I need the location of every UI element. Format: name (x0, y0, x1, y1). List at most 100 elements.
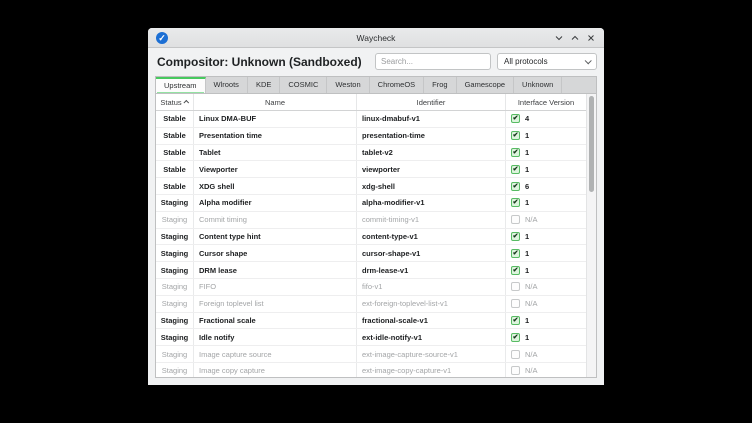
search-input[interactable] (375, 53, 491, 70)
supported-checkbox-icon[interactable]: ✔ (511, 114, 520, 123)
table-row[interactable]: Stable Presentation time presentation-ti… (156, 128, 586, 145)
status-cell: Staging (156, 329, 194, 345)
table-row[interactable]: Staging Alpha modifier alpha-modifier-v1… (156, 195, 586, 212)
interface-version-cell: ✔ 1 (506, 245, 586, 261)
supported-checkbox-icon[interactable] (511, 366, 520, 375)
version-label: 1 (525, 316, 529, 325)
version-label: 1 (525, 249, 529, 258)
status-cell: Stable (156, 178, 194, 194)
table-row[interactable]: Staging Image capture source ext-image-c… (156, 346, 586, 363)
protocol-filter-dropdown[interactable]: All protocols (497, 53, 597, 70)
identifier-cell: ext-image-copy-capture-v1 (357, 363, 506, 378)
supported-checkbox-icon[interactable]: ✔ (511, 182, 520, 191)
table-row[interactable]: Staging Fractional scale fractional-scal… (156, 313, 586, 330)
interface-version-cell: ✔ 1 (506, 145, 586, 161)
status-cell: Staging (156, 262, 194, 278)
header-row: Compositor: Unknown (Sandboxed) All prot… (148, 48, 604, 74)
close-icon (587, 34, 595, 42)
identifier-cell: viewporter (357, 161, 506, 177)
tab-chromeos[interactable]: ChromeOS (370, 77, 425, 93)
identifier-cell: ext-idle-notify-v1 (357, 329, 506, 345)
interface-version-cell: N/A (506, 212, 586, 228)
supported-checkbox-icon[interactable]: ✔ (511, 249, 520, 258)
interface-version-cell: ✔ 1 (506, 229, 586, 245)
identifier-cell: cursor-shape-v1 (357, 245, 506, 261)
identifier-cell: fractional-scale-v1 (357, 313, 506, 329)
status-cell: Staging (156, 363, 194, 378)
table-row[interactable]: Staging FIFO fifo-v1 N/A (156, 279, 586, 296)
vertical-scrollbar[interactable] (586, 94, 596, 377)
tab-wlroots[interactable]: Wlroots (206, 77, 248, 93)
interface-version-cell: ✔ 4 (506, 111, 586, 127)
version-label: 1 (525, 198, 529, 207)
tab-cosmic[interactable]: COSMIC (280, 77, 327, 93)
identifier-cell: drm-lease-v1 (357, 262, 506, 278)
supported-checkbox-icon[interactable] (511, 299, 520, 308)
scrollbar-thumb[interactable] (589, 96, 594, 192)
column-header-identifier[interactable]: Identifier (357, 94, 506, 110)
version-label: N/A (525, 282, 538, 291)
name-cell: Tablet (194, 145, 357, 161)
supported-checkbox-icon[interactable] (511, 282, 520, 291)
supported-checkbox-icon[interactable]: ✔ (511, 148, 520, 157)
status-cell: Staging (156, 296, 194, 312)
table-row[interactable]: Staging Foreign toplevel list ext-foreig… (156, 296, 586, 313)
version-label: 1 (525, 148, 529, 157)
supported-checkbox-icon[interactable]: ✔ (511, 333, 520, 342)
waycheck-window: ✓ Waycheck Compositor: Unknown (Sandboxe… (148, 28, 604, 385)
identifier-cell: linux-dmabuf-v1 (357, 111, 506, 127)
table-row[interactable]: Stable Linux DMA-BUF linux-dmabuf-v1 ✔ 4 (156, 111, 586, 128)
identifier-cell: xdg-shell (357, 178, 506, 194)
version-label: N/A (525, 350, 538, 359)
minimize-button[interactable] (554, 33, 563, 42)
column-header-status[interactable]: Status (156, 94, 194, 110)
sort-ascending-icon (183, 100, 189, 106)
tab-weston[interactable]: Weston (327, 77, 369, 93)
tab-unknown[interactable]: Unknown (514, 77, 562, 93)
tab-kde[interactable]: KDE (248, 77, 280, 93)
supported-checkbox-icon[interactable]: ✔ (511, 165, 520, 174)
table-row[interactable]: Stable Tablet tablet-v2 ✔ 1 (156, 145, 586, 162)
interface-version-cell: N/A (506, 346, 586, 362)
protocol-table: Status Name Identifier Interface Version… (155, 93, 597, 378)
table-row[interactable]: Stable XDG shell xdg-shell ✔ 6 (156, 178, 586, 195)
table-row[interactable]: Staging Image copy capture ext-image-cop… (156, 363, 586, 378)
table-header-row: Status Name Identifier Interface Version (156, 94, 586, 111)
status-cell: Staging (156, 279, 194, 295)
maximize-button[interactable] (570, 33, 579, 42)
tab-frog[interactable]: Frog (424, 77, 456, 93)
supported-checkbox-icon[interactable] (511, 215, 520, 224)
identifier-cell: alpha-modifier-v1 (357, 195, 506, 211)
status-cell: Staging (156, 195, 194, 211)
identifier-cell: content-type-v1 (357, 229, 506, 245)
status-cell: Staging (156, 313, 194, 329)
supported-checkbox-icon[interactable]: ✔ (511, 131, 520, 140)
table-row[interactable]: Stable Viewporter viewporter ✔ 1 (156, 161, 586, 178)
column-header-interface-version[interactable]: Interface Version (506, 94, 586, 110)
close-button[interactable] (586, 33, 595, 42)
supported-checkbox-icon[interactable]: ✔ (511, 232, 520, 241)
supported-checkbox-icon[interactable] (511, 350, 520, 359)
compositor-label: Compositor: Unknown (Sandboxed) (157, 55, 369, 69)
table-row[interactable]: Staging Cursor shape cursor-shape-v1 ✔ 1 (156, 245, 586, 262)
table-row[interactable]: Staging Commit timing commit-timing-v1 N… (156, 212, 586, 229)
version-label: 1 (525, 131, 529, 140)
table-row[interactable]: Staging Content type hint content-type-v… (156, 229, 586, 246)
tab-upstream[interactable]: Upstream (156, 77, 206, 94)
identifier-cell: ext-foreign-toplevel-list-v1 (357, 296, 506, 312)
name-cell: Cursor shape (194, 245, 357, 261)
status-cell: Stable (156, 145, 194, 161)
titlebar[interactable]: ✓ Waycheck (148, 28, 604, 48)
supported-checkbox-icon[interactable]: ✔ (511, 266, 520, 275)
name-cell: FIFO (194, 279, 357, 295)
table-row[interactable]: Staging DRM lease drm-lease-v1 ✔ 1 (156, 262, 586, 279)
waycheck-app-icon: ✓ (156, 32, 168, 44)
tab-gamescope[interactable]: Gamescope (457, 77, 514, 93)
interface-version-cell: ✔ 1 (506, 161, 586, 177)
supported-checkbox-icon[interactable]: ✔ (511, 316, 520, 325)
table-row[interactable]: Staging Idle notify ext-idle-notify-v1 ✔… (156, 329, 586, 346)
status-cell: Staging (156, 346, 194, 362)
version-label: N/A (525, 215, 538, 224)
column-header-name[interactable]: Name (194, 94, 357, 110)
supported-checkbox-icon[interactable]: ✔ (511, 198, 520, 207)
